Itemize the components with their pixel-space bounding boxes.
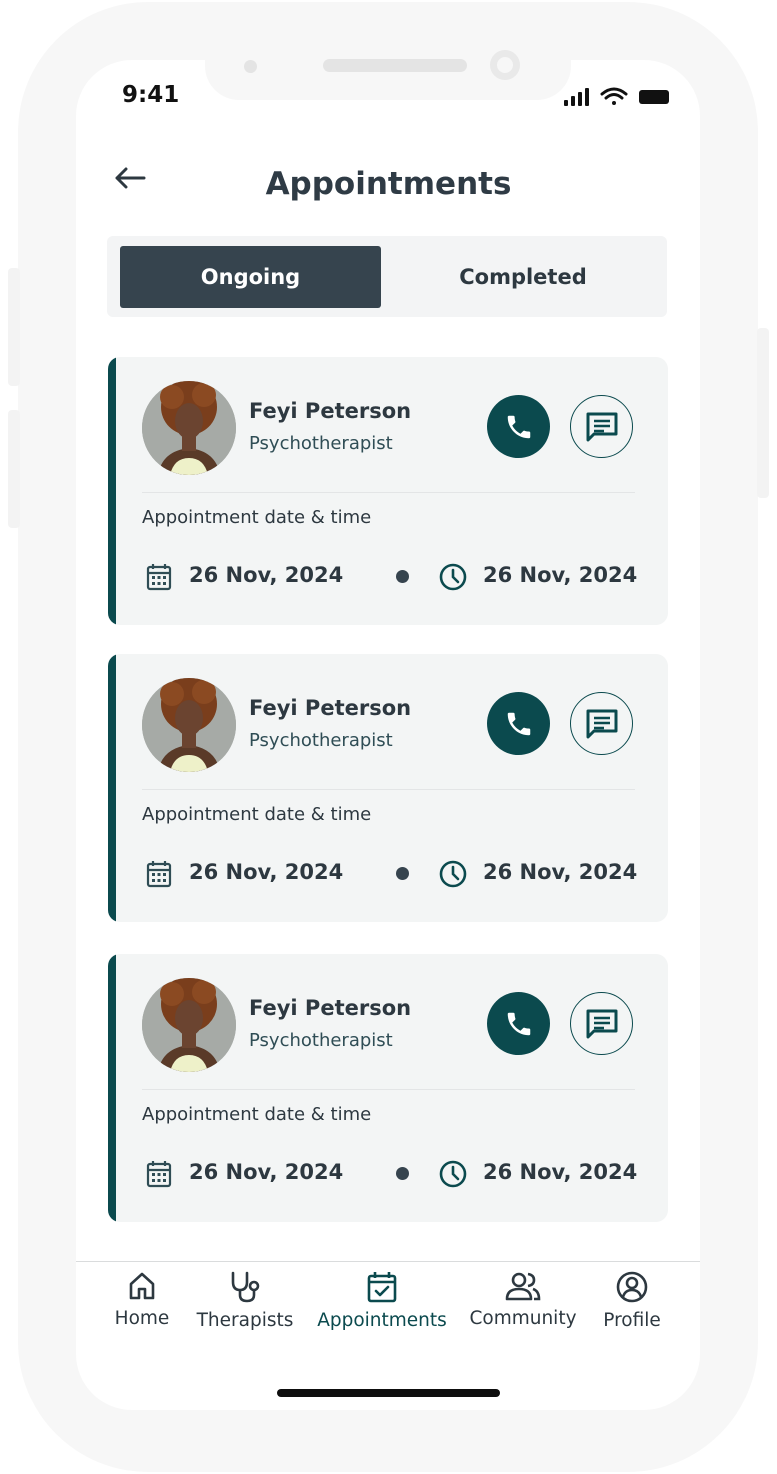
therapist-name: Feyi Peterson [249, 696, 412, 720]
therapist-role: Psychotherapist [249, 433, 393, 454]
nav-therapists[interactable]: Therapists [195, 1270, 295, 1331]
separator-dot [396, 570, 409, 583]
profile-icon [616, 1271, 648, 1303]
home-icon [129, 1272, 155, 1300]
phone-icon [507, 415, 530, 438]
clock-icon [439, 860, 467, 888]
appointment-card[interactable]: Feyi Peterson Psychotherapist Appointmen… [108, 357, 668, 625]
chat-icon [586, 709, 617, 738]
call-button[interactable] [487, 692, 550, 755]
appointment-time: 26 Nov, 2024 [483, 563, 638, 587]
side-button [757, 328, 769, 498]
call-button[interactable] [487, 395, 550, 458]
appointment-time: 26 Nov, 2024 [483, 860, 638, 884]
nav-community[interactable]: Community [469, 1270, 577, 1329]
therapist-name: Feyi Peterson [249, 399, 412, 423]
message-button[interactable] [570, 692, 633, 755]
calendar-icon [146, 1161, 172, 1188]
clock-icon [439, 563, 467, 591]
nav-label-home: Home [114, 1308, 170, 1329]
appointment-label: Appointment date & time [142, 507, 372, 528]
segmented-control: Ongoing Completed [107, 236, 667, 317]
nav-profile[interactable]: Profile [600, 1270, 664, 1331]
separator-dot [396, 867, 409, 880]
appointment-date: 26 Nov, 2024 [189, 563, 344, 587]
status-time: 9:41 [122, 82, 180, 108]
tab-completed[interactable]: Completed [392, 246, 654, 308]
nav-label-therapists: Therapists [196, 1310, 294, 1331]
appointment-card[interactable]: Feyi Peterson Psychotherapist Appointmen… [108, 954, 668, 1222]
nav-label-community: Community [469, 1308, 577, 1329]
side-button [8, 410, 20, 528]
card-accent [108, 654, 116, 922]
card-accent [108, 954, 116, 1222]
stethoscope-icon [231, 1271, 260, 1303]
chat-icon [586, 1009, 617, 1038]
speaker [323, 59, 467, 72]
nav-home[interactable]: Home [113, 1270, 171, 1329]
appointment-time: 26 Nov, 2024 [483, 1160, 638, 1184]
card-accent [108, 357, 116, 625]
appointment-date: 26 Nov, 2024 [189, 860, 344, 884]
separator-dot [396, 1167, 409, 1180]
nav-divider [76, 1261, 700, 1262]
side-button [8, 268, 20, 386]
notch [205, 30, 571, 100]
calendar-icon [146, 564, 172, 591]
nav-appointments[interactable]: Appointments [316, 1270, 448, 1331]
status-icons [564, 87, 669, 106]
therapist-role: Psychotherapist [249, 730, 393, 751]
signal-icon [564, 88, 589, 106]
therapist-role: Psychotherapist [249, 1030, 393, 1051]
nav-label-profile: Profile [603, 1310, 661, 1331]
message-button[interactable] [570, 395, 633, 458]
calendar-check-icon [367, 1272, 397, 1303]
page-title: Appointments [265, 166, 512, 202]
avatar [142, 678, 236, 772]
phone-icon [507, 1012, 530, 1035]
home-indicator [277, 1389, 500, 1397]
divider [142, 789, 635, 790]
message-button[interactable] [570, 992, 633, 1055]
appointment-label: Appointment date & time [142, 804, 372, 825]
sensor [244, 60, 257, 73]
appointment-date: 26 Nov, 2024 [189, 1160, 344, 1184]
avatar [142, 978, 236, 1072]
battery-icon [639, 90, 669, 104]
therapist-name: Feyi Peterson [249, 996, 412, 1020]
tab-ongoing[interactable]: Ongoing [120, 246, 381, 308]
clock-icon [439, 1160, 467, 1188]
phone-icon [507, 712, 530, 735]
divider [142, 492, 635, 493]
divider [142, 1089, 635, 1090]
appointment-label: Appointment date & time [142, 1104, 372, 1125]
wifi-icon [600, 87, 628, 105]
chat-icon [586, 412, 617, 441]
call-button[interactable] [487, 992, 550, 1055]
users-icon [505, 1272, 541, 1301]
appointment-card[interactable]: Feyi Peterson Psychotherapist Appointmen… [108, 654, 668, 922]
nav-label-appointments: Appointments [317, 1310, 447, 1331]
calendar-icon [146, 861, 172, 888]
camera [490, 50, 520, 80]
avatar [142, 381, 236, 475]
